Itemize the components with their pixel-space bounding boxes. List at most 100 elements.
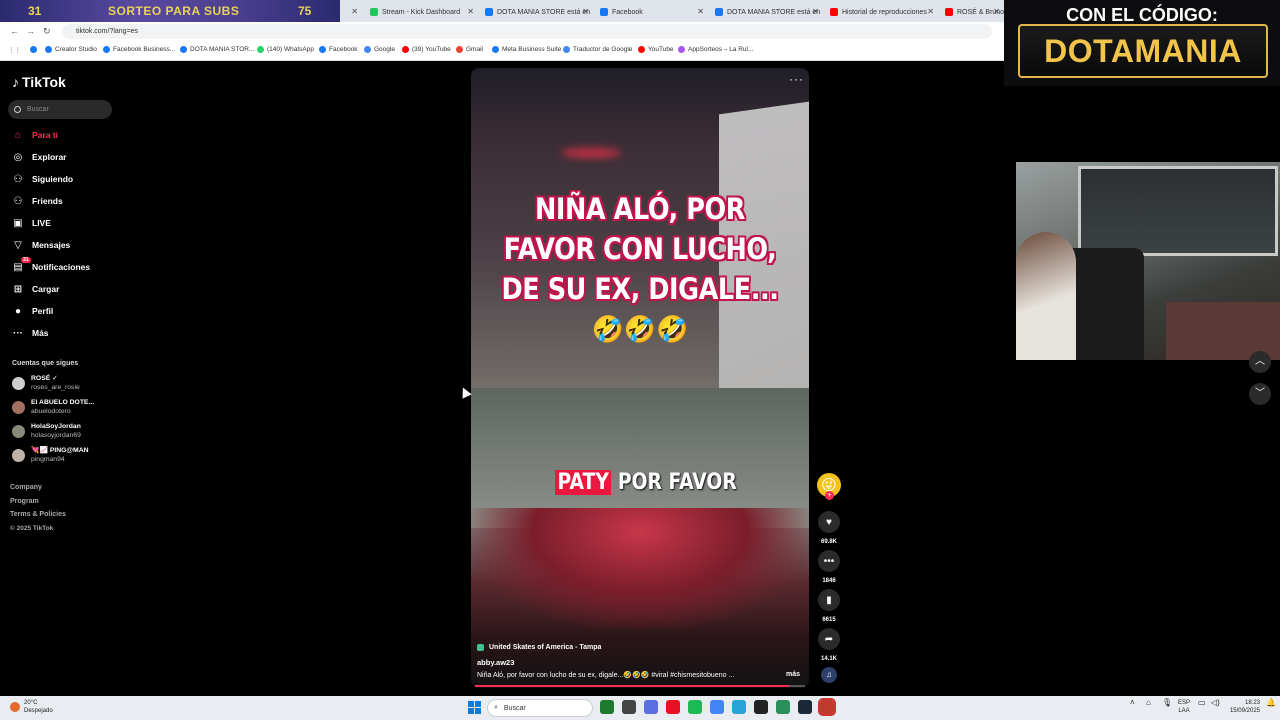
tab-close-icon[interactable]: ✕ — [927, 7, 934, 16]
reload-icon[interactable]: ↻ — [43, 26, 51, 37]
tab-close-icon[interactable]: ✕ — [697, 7, 704, 16]
followed-account[interactable]: HolaSoyJordan holasoyjordan69 — [12, 421, 81, 441]
sidebar-item-friends[interactable]: ⚇ Friends — [12, 194, 63, 208]
sidebar-item-m-s[interactable]: ··· Más — [12, 326, 49, 340]
like-count: 69.8K — [820, 539, 837, 545]
video-author[interactable]: abby.aw23 — [477, 658, 514, 667]
tray-network-icon[interactable]: ⌂ — [1146, 699, 1151, 707]
followed-account[interactable]: El ABUELO DOTE... abuelodotero — [12, 397, 94, 417]
tab-favicon-icon — [715, 8, 723, 16]
search-input[interactable]: Buscar — [8, 100, 112, 119]
language-indicator[interactable]: ESP LAA — [1178, 699, 1190, 715]
start-button[interactable] — [468, 701, 481, 714]
browser-tab[interactable]: Stream - Kick Dashboard ✕ — [366, 2, 478, 22]
sidebar-item-explorar[interactable]: ◎ Explorar — [12, 150, 67, 164]
discord-icon[interactable] — [644, 700, 658, 714]
taskbar-search[interactable]: ⌕ Buscar — [487, 699, 593, 717]
browser-tab[interactable]: Historial de reproducciones ✕ — [826, 2, 938, 22]
file-explorer-icon[interactable] — [600, 700, 614, 714]
clock[interactable]: 18:23 15/09/2025 — [1228, 699, 1260, 715]
steam-icon[interactable] — [798, 700, 812, 714]
tiktok-logo[interactable]: ♪ TikTok — [12, 74, 66, 90]
video-player[interactable]: NIÑA ALÓ, POR FAVOR CON LUCHO, DE SU EX,… — [471, 68, 809, 688]
bookmark-item[interactable]: (39) YouTube — [402, 46, 451, 53]
save-action[interactable]: ▮ 6615 — [817, 589, 841, 623]
url-input[interactable]: tiktok.com/?lang=es — [62, 24, 992, 39]
steam-like-icon[interactable] — [754, 700, 768, 714]
bookmark-item[interactable]: Facebook Business... — [103, 46, 175, 53]
share-action[interactable]: ➦ 14.1K — [817, 628, 841, 662]
sidebar-item-label: Siguiendo — [32, 174, 74, 184]
followed-account[interactable]: 💘📈 PING@MAN pingman94 — [12, 445, 89, 465]
lang-code: ESP — [1178, 700, 1191, 706]
bookmark-item[interactable]: Creator Studio — [45, 46, 97, 53]
bookmark-item[interactable]: Gmail — [456, 46, 483, 53]
bookmark-icon[interactable]: ▮ — [818, 589, 840, 611]
forward-icon[interactable]: → — [26, 26, 35, 36]
avatar — [12, 400, 25, 414]
overlay-number-left: 31 — [28, 4, 42, 18]
sidebar-item-perfil[interactable]: ● Perfil — [12, 304, 53, 318]
heart-icon[interactable]: ♥ — [818, 511, 840, 533]
video-progress-bar[interactable] — [475, 685, 805, 687]
footer-link[interactable]: Terms & Policies — [10, 511, 66, 518]
tab-close-icon[interactable]: ✕ — [993, 7, 1000, 16]
sidebar-item-cargar[interactable]: ⊞ Cargar — [12, 282, 60, 296]
browser-tab[interactable]: ROSÉ & Bruno Ma✕ — [941, 2, 1004, 22]
calculator-icon[interactable] — [776, 700, 790, 714]
video-more-link[interactable]: más — [786, 671, 800, 678]
footer-link[interactable]: Company — [10, 484, 42, 491]
like-action[interactable]: ♥ 69.8K — [817, 511, 841, 545]
video-more-options-icon[interactable]: ··· — [789, 72, 804, 86]
weather-widget[interactable]: 20°C Despejado — [10, 699, 53, 715]
sidebar-item-notificaciones[interactable]: ▤ 31 Notificaciones — [12, 257, 90, 274]
next-video-icon[interactable]: ﹀ — [1249, 383, 1271, 405]
tab-close-icon[interactable]: ✕ — [812, 7, 819, 16]
creator-avatar[interactable]: 😜 + — [817, 473, 841, 500]
tray-display-icon[interactable]: ▭ — [1198, 699, 1206, 707]
bookmark-item[interactable]: (140) WhatsApp — [257, 46, 314, 53]
browser-tab[interactable]: DOTA MANIA STORE está en ✕ — [481, 2, 593, 22]
overlay-sorteo-text: SORTEO PARA SUBS — [108, 4, 240, 18]
tray-volume-icon[interactable]: ◁) — [1211, 699, 1220, 707]
apps-icon[interactable]: ⋮⋮ — [8, 46, 21, 54]
tray-mic-icon[interactable]: 🎙 — [1162, 699, 1172, 707]
bookmark-item[interactable]: Facebook — [319, 46, 358, 53]
tab-close-icon[interactable]: ✕ — [351, 7, 358, 16]
browser-tab[interactable]: Facebook ✕ — [596, 2, 708, 22]
notification-bell-icon[interactable]: 🔔 — [1266, 699, 1276, 707]
bookmark-item[interactable]: AppSorteos – La Rul... — [678, 46, 753, 53]
browser-tab[interactable]: DOTA MANIA STORE está en ✕ — [711, 2, 823, 22]
sidebar-item-live[interactable]: ▣ LIVE — [12, 216, 51, 230]
messages-icon: ▽ — [14, 239, 22, 251]
bookmark-item[interactable]: Traductor de Google — [563, 46, 632, 53]
media-app-icon[interactable] — [818, 698, 836, 716]
music-disc-icon[interactable]: ♫ — [821, 667, 837, 683]
bookmark-item[interactable]: Meta Business Suite — [492, 46, 561, 53]
sidebar-item-mensajes[interactable]: ▽ Mensajes — [12, 238, 70, 252]
chrome-icon[interactable] — [710, 700, 724, 714]
bookmark-item[interactable] — [30, 46, 40, 53]
back-icon[interactable]: ← — [10, 26, 19, 36]
share-icon[interactable]: ➦ — [818, 628, 840, 650]
task-view-icon[interactable] — [622, 700, 636, 714]
opera-icon[interactable] — [666, 700, 680, 714]
sidebar-item-siguiendo[interactable]: ⚇ Siguiendo — [12, 172, 74, 186]
previous-video-icon[interactable]: ︿ — [1249, 351, 1271, 373]
comment-icon[interactable]: ••• — [818, 550, 840, 572]
followed-account[interactable]: ROSÉ ✓ roses_are_rosie — [12, 373, 80, 393]
bookmark-item[interactable]: YouTube — [638, 46, 674, 53]
bookmark-item[interactable]: DOTA MANIA STOR... — [180, 46, 254, 53]
tab-close-icon[interactable]: ✕ — [582, 7, 589, 16]
comment-count: 1846 — [822, 578, 836, 584]
obs-icon[interactable] — [732, 700, 746, 714]
spotify-icon[interactable] — [688, 700, 702, 714]
sidebar-item-para-ti[interactable]: ⌂ Para ti — [12, 128, 58, 142]
tab-close-icon[interactable]: ✕ — [467, 7, 474, 16]
tray-chevron-icon[interactable]: ˄ — [1130, 699, 1135, 707]
video-location[interactable]: United Skates of America - Tampa — [477, 644, 601, 651]
comment-action[interactable]: ••• 1846 — [817, 550, 841, 584]
bookmark-item[interactable]: Google — [364, 46, 395, 53]
follow-plus-icon[interactable]: + — [825, 491, 834, 500]
footer-link[interactable]: Program — [10, 498, 39, 505]
